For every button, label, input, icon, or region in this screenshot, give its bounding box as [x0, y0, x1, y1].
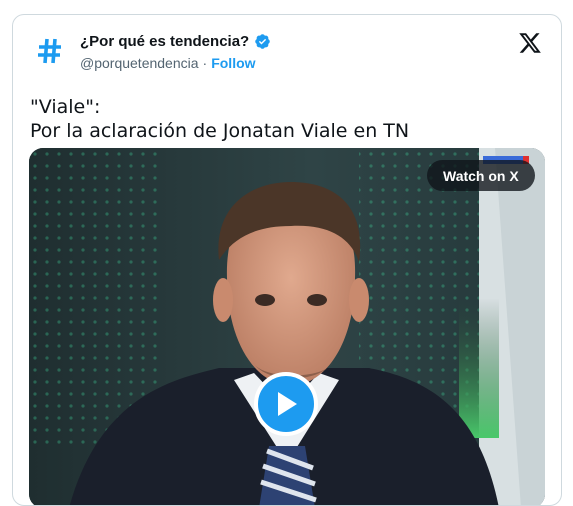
tweet-card[interactable]: ¿Por qué es tendencia? @porquetendencia … [12, 14, 562, 506]
handle-row: @porquetendencia · Follow [80, 55, 256, 71]
follow-button[interactable]: Follow [211, 55, 255, 71]
x-logo-icon[interactable] [518, 31, 542, 55]
avatar[interactable] [37, 36, 63, 66]
play-icon [278, 392, 297, 416]
separator-dot: · [202, 55, 208, 71]
account-name-row[interactable]: ¿Por qué es tendencia? [80, 33, 271, 50]
account-handle[interactable]: @porquetendencia [80, 55, 199, 71]
video-frame [29, 148, 545, 505]
hashtag-icon [38, 38, 61, 64]
account-name[interactable]: ¿Por qué es tendencia? [80, 33, 249, 50]
play-button[interactable] [254, 372, 318, 436]
verified-badge-icon [255, 34, 270, 49]
tweet-text: "Viale": Por la aclaración de Jonatan Vi… [30, 96, 410, 142]
video-thumbnail[interactable]: Watch on X [29, 148, 545, 505]
watch-on-x-button[interactable]: Watch on X [427, 160, 535, 191]
